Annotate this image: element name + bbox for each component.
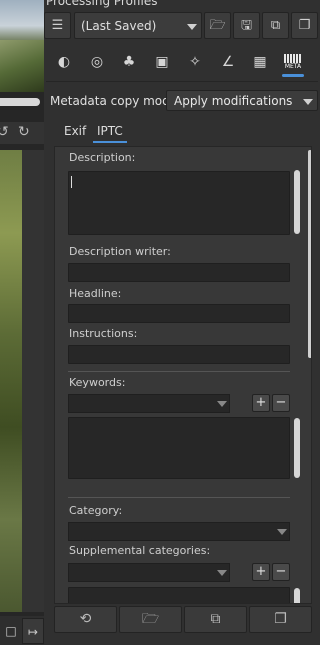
profile-select[interactable]: (Last Saved) <box>74 12 202 39</box>
iptc-scrollbar[interactable] <box>308 150 311 358</box>
paste-icon[interactable]: ⧉ <box>184 606 247 633</box>
remove-supplemental-category-button[interactable]: − <box>272 563 290 581</box>
keywords-label: Keywords: <box>69 376 126 389</box>
supplemental-categories-label: Supplemental categories: <box>69 544 211 557</box>
color-icon[interactable]: ♣ <box>117 50 141 74</box>
description-field[interactable] <box>68 170 300 235</box>
list-icon[interactable]: ☰ <box>44 12 71 39</box>
thumbnail-image <box>0 0 44 92</box>
add-supplemental-category-button[interactable]: + <box>252 563 270 581</box>
panel-title: Processing Profiles <box>46 0 158 8</box>
exposure-icon[interactable]: ◐ <box>52 50 76 74</box>
left-bottom-bar: □ ↦ <box>0 616 44 645</box>
copy-icon[interactable]: ❐ <box>291 12 318 39</box>
chevron-down-icon <box>217 570 227 576</box>
supplemental-scrollbar[interactable] <box>294 588 300 603</box>
description-writer-field[interactable] <box>68 263 290 282</box>
favorites-icon[interactable]: ▦ <box>248 50 272 74</box>
advanced-icon[interactable]: ∠ <box>216 50 240 74</box>
chevron-down-icon <box>303 99 313 105</box>
chevron-down-icon <box>277 529 287 535</box>
copy-icon[interactable]: ❐ <box>249 606 312 633</box>
preview-scrollbar[interactable] <box>22 150 44 612</box>
meta-icon[interactable]: META <box>281 50 305 74</box>
headline-field[interactable] <box>68 304 290 323</box>
category-label: Category: <box>69 504 123 517</box>
keyword-input[interactable] <box>68 394 230 413</box>
description-writer-label: Description writer: <box>69 245 171 258</box>
supplemental-category-input[interactable] <box>68 563 230 582</box>
image-preview-strip: ↺ ↻ □ ↦ <box>0 0 44 645</box>
meta-barcode <box>284 54 302 63</box>
preview-image <box>0 150 22 612</box>
metadata-copy-mode-row: Metadata copy mode: Apply modifications <box>48 90 318 112</box>
text-cursor <box>71 176 72 188</box>
separator <box>68 371 290 372</box>
separator <box>68 497 290 498</box>
reset-icon[interactable]: ⟲ <box>54 606 117 633</box>
toggle-panel-icon[interactable]: ↦ <box>22 618 44 644</box>
metadata-actions: ⟲ 🗁 ⧉ ❐ <box>54 606 312 634</box>
meta-label: META <box>284 63 302 70</box>
instructions-field[interactable] <box>68 345 290 364</box>
supplemental-categories-list[interactable] <box>68 587 300 603</box>
keywords-scrollbar[interactable] <box>294 418 300 478</box>
paste-icon[interactable]: ⧉ <box>262 12 289 39</box>
profile-select-value: (Last Saved) <box>81 19 157 33</box>
active-tab-indicator <box>93 141 127 143</box>
transform-icon[interactable]: ▣ <box>150 50 174 74</box>
folder-icon[interactable]: 🗁 <box>204 12 231 39</box>
tab-exif[interactable]: Exif <box>64 124 86 138</box>
undo-icon[interactable]: ↺ <box>0 124 9 140</box>
detail-icon[interactable]: ◎ <box>85 50 109 74</box>
chevron-down-icon <box>217 401 227 407</box>
remove-keyword-button[interactable]: − <box>272 394 290 412</box>
save-icon[interactable]: 🖫 <box>233 12 260 39</box>
raw-icon[interactable]: ✧ <box>183 50 207 74</box>
metadata-copy-mode-select[interactable]: Apply modifications <box>166 90 318 111</box>
add-keyword-button[interactable]: + <box>252 394 270 412</box>
import-icon[interactable]: 🗁 <box>119 606 182 633</box>
undo-redo-bar: ↺ ↻ <box>0 122 44 144</box>
instructions-label: Instructions: <box>69 327 138 340</box>
active-tool-indicator <box>282 74 304 77</box>
description-scrollbar[interactable] <box>294 170 300 234</box>
tab-iptc[interactable]: IPTC <box>97 124 123 138</box>
progress-bar <box>0 98 40 106</box>
metadata-copy-mode-value: Apply modifications <box>174 94 293 108</box>
iptc-panel: Description: Description writer: Headlin… <box>54 146 312 604</box>
keywords-list[interactable] <box>68 417 300 479</box>
description-label: Description: <box>69 151 136 164</box>
redo-icon[interactable]: ↻ <box>18 124 30 140</box>
metadata-copy-mode-label: Metadata copy mode: <box>50 94 182 108</box>
headline-label: Headline: <box>69 287 122 300</box>
chevron-down-icon <box>187 24 197 30</box>
profile-toolbar: ☰ (Last Saved) 🗁 🖫 ⧉ ❐ <box>44 12 320 42</box>
fullscreen-icon[interactable]: □ <box>0 618 22 644</box>
tool-tabs: ◐ ◎ ♣ ▣ ✧ ∠ ▦ META <box>46 44 318 82</box>
metadata-tabs: Exif IPTC <box>54 120 314 146</box>
thumbnail-landscape <box>0 40 44 92</box>
tool-panel: Processing Profiles ☰ (Last Saved) 🗁 🖫 ⧉… <box>44 0 320 645</box>
category-select[interactable] <box>68 522 290 541</box>
